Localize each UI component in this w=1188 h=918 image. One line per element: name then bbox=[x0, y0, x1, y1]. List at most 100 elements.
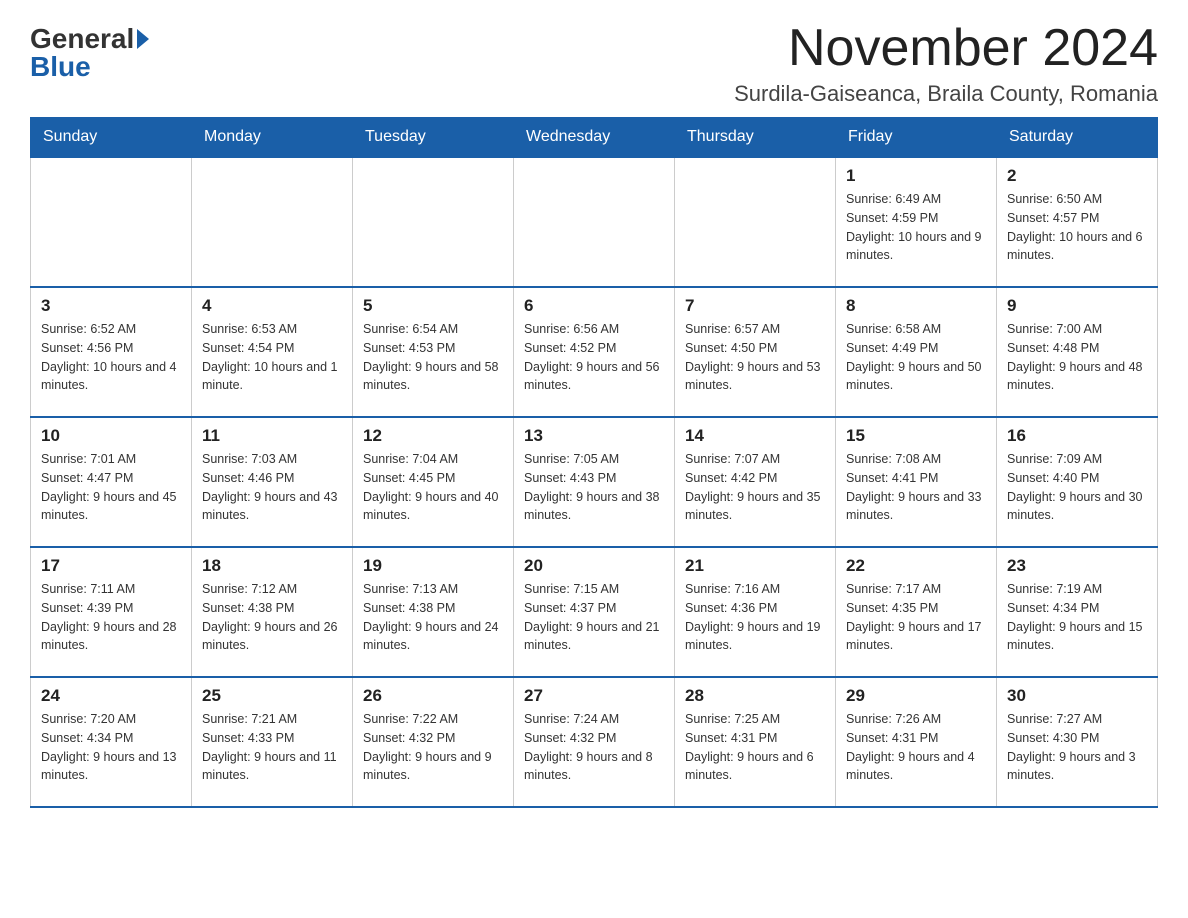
day-number: 11 bbox=[202, 426, 342, 446]
calendar-cell: 30 Sunrise: 7:27 AM Sunset: 4:30 PM Dayli… bbox=[997, 677, 1158, 807]
day-number: 19 bbox=[363, 556, 503, 576]
day-number: 5 bbox=[363, 296, 503, 316]
day-number: 3 bbox=[41, 296, 181, 316]
calendar-week-row: 24Sunrise: 7:20 AM Sunset: 4:34 PM Dayli… bbox=[31, 677, 1158, 807]
day-info: Sunrise: 7:19 AM Sunset: 4:34 PM Dayligh… bbox=[1007, 580, 1147, 655]
calendar-cell: 23Sunrise: 7:19 AM Sunset: 4:34 PM Dayli… bbox=[997, 547, 1158, 677]
calendar-cell: 8Sunrise: 6:58 AM Sunset: 4:49 PM Daylig… bbox=[836, 287, 997, 417]
day-info: Sunrise: 6:49 AM Sunset: 4:59 PM Dayligh… bbox=[846, 190, 986, 265]
calendar-cell: 13 Sunrise: 7:05 AM Sunset: 4:43 PM Dayli… bbox=[514, 417, 675, 547]
day-info: Sunrise: 6:58 AM Sunset: 4:49 PM Dayligh… bbox=[846, 320, 986, 395]
day-number: 28 bbox=[685, 686, 825, 706]
day-info: Sunrise: 7:22 AM Sunset: 4:32 PM Dayligh… bbox=[363, 710, 503, 785]
calendar-cell: 28 Sunrise: 7:25 AM Sunset: 4:31 PM Dayli… bbox=[675, 677, 836, 807]
day-info: Sunrise: 7:00 AM Sunset: 4:48 PM Dayligh… bbox=[1007, 320, 1147, 395]
column-header-tuesday: Tuesday bbox=[353, 118, 514, 158]
calendar-cell: 29 Sunrise: 7:26 AM Sunset: 4:31 PM Dayli… bbox=[836, 677, 997, 807]
title-area: November 2024 Surdila-Gaiseanca, Braila … bbox=[734, 20, 1158, 107]
calendar-cell bbox=[675, 157, 836, 287]
day-number: 10 bbox=[41, 426, 181, 446]
calendar-cell: 12 Sunrise: 7:04 AM Sunset: 4:45 PM Dayli… bbox=[353, 417, 514, 547]
calendar-table: SundayMondayTuesdayWednesdayThursdayFrid… bbox=[30, 117, 1158, 808]
day-info: Sunrise: 6:57 AM Sunset: 4:50 PM Dayligh… bbox=[685, 320, 825, 395]
calendar-cell: 1 Sunrise: 6:49 AM Sunset: 4:59 PM Daylig… bbox=[836, 157, 997, 287]
day-info: Sunrise: 7:15 AM Sunset: 4:37 PM Dayligh… bbox=[524, 580, 664, 655]
day-info: Sunrise: 7:04 AM Sunset: 4:45 PM Dayligh… bbox=[363, 450, 503, 525]
day-info: Sunrise: 7:26 AM Sunset: 4:31 PM Dayligh… bbox=[846, 710, 986, 785]
day-number: 29 bbox=[846, 686, 986, 706]
day-info: Sunrise: 6:56 AM Sunset: 4:52 PM Dayligh… bbox=[524, 320, 664, 395]
day-number: 15 bbox=[846, 426, 986, 446]
day-info: Sunrise: 7:03 AM Sunset: 4:46 PM Dayligh… bbox=[202, 450, 342, 525]
calendar-cell: 5 Sunrise: 6:54 AM Sunset: 4:53 PM Daylig… bbox=[353, 287, 514, 417]
day-info: Sunrise: 7:05 AM Sunset: 4:43 PM Dayligh… bbox=[524, 450, 664, 525]
day-number: 27 bbox=[524, 686, 664, 706]
calendar-cell: 18 Sunrise: 7:12 AM Sunset: 4:38 PM Dayli… bbox=[192, 547, 353, 677]
calendar-cell: 21 Sunrise: 7:16 AM Sunset: 4:36 PM Dayli… bbox=[675, 547, 836, 677]
location-title: Surdila-Gaiseanca, Braila County, Romani… bbox=[734, 81, 1158, 107]
calendar-cell: 6Sunrise: 6:56 AM Sunset: 4:52 PM Daylig… bbox=[514, 287, 675, 417]
day-number: 13 bbox=[524, 426, 664, 446]
day-number: 4 bbox=[202, 296, 342, 316]
day-info: Sunrise: 7:11 AM Sunset: 4:39 PM Dayligh… bbox=[41, 580, 181, 655]
calendar-header-row: SundayMondayTuesdayWednesdayThursdayFrid… bbox=[31, 118, 1158, 158]
calendar-cell: 20 Sunrise: 7:15 AM Sunset: 4:37 PM Dayli… bbox=[514, 547, 675, 677]
day-info: Sunrise: 7:27 AM Sunset: 4:30 PM Dayligh… bbox=[1007, 710, 1147, 785]
day-info: Sunrise: 7:17 AM Sunset: 4:35 PM Dayligh… bbox=[846, 580, 986, 655]
day-info: Sunrise: 7:16 AM Sunset: 4:36 PM Dayligh… bbox=[685, 580, 825, 655]
day-number: 1 bbox=[846, 166, 986, 186]
calendar-cell: 16Sunrise: 7:09 AM Sunset: 4:40 PM Dayli… bbox=[997, 417, 1158, 547]
calendar-cell: 14Sunrise: 7:07 AM Sunset: 4:42 PM Dayli… bbox=[675, 417, 836, 547]
calendar-cell bbox=[31, 157, 192, 287]
calendar-cell: 17Sunrise: 7:11 AM Sunset: 4:39 PM Dayli… bbox=[31, 547, 192, 677]
column-header-sunday: Sunday bbox=[31, 118, 192, 158]
calendar-cell: 7 Sunrise: 6:57 AM Sunset: 4:50 PM Daylig… bbox=[675, 287, 836, 417]
calendar-cell bbox=[514, 157, 675, 287]
calendar-cell: 11 Sunrise: 7:03 AM Sunset: 4:46 PM Dayli… bbox=[192, 417, 353, 547]
day-info: Sunrise: 7:21 AM Sunset: 4:33 PM Dayligh… bbox=[202, 710, 342, 785]
day-info: Sunrise: 7:24 AM Sunset: 4:32 PM Dayligh… bbox=[524, 710, 664, 785]
calendar-cell: 27 Sunrise: 7:24 AM Sunset: 4:32 PM Dayli… bbox=[514, 677, 675, 807]
day-info: Sunrise: 7:12 AM Sunset: 4:38 PM Dayligh… bbox=[202, 580, 342, 655]
column-header-saturday: Saturday bbox=[997, 118, 1158, 158]
day-number: 18 bbox=[202, 556, 342, 576]
day-info: Sunrise: 7:01 AM Sunset: 4:47 PM Dayligh… bbox=[41, 450, 181, 525]
month-title: November 2024 bbox=[734, 20, 1158, 77]
day-number: 12 bbox=[363, 426, 503, 446]
calendar-week-row: 3 Sunrise: 6:52 AM Sunset: 4:56 PM Daylig… bbox=[31, 287, 1158, 417]
day-info: Sunrise: 6:50 AM Sunset: 4:57 PM Dayligh… bbox=[1007, 190, 1147, 265]
logo-blue-text: Blue bbox=[30, 53, 91, 81]
day-info: Sunrise: 7:08 AM Sunset: 4:41 PM Dayligh… bbox=[846, 450, 986, 525]
calendar-week-row: 10 Sunrise: 7:01 AM Sunset: 4:47 PM Dayli… bbox=[31, 417, 1158, 547]
day-number: 22 bbox=[846, 556, 986, 576]
day-info: Sunrise: 6:52 AM Sunset: 4:56 PM Dayligh… bbox=[41, 320, 181, 395]
day-info: Sunrise: 7:25 AM Sunset: 4:31 PM Dayligh… bbox=[685, 710, 825, 785]
day-number: 20 bbox=[524, 556, 664, 576]
column-header-friday: Friday bbox=[836, 118, 997, 158]
calendar-cell: 3 Sunrise: 6:52 AM Sunset: 4:56 PM Daylig… bbox=[31, 287, 192, 417]
calendar-cell: 25 Sunrise: 7:21 AM Sunset: 4:33 PM Dayli… bbox=[192, 677, 353, 807]
day-number: 30 bbox=[1007, 686, 1147, 706]
day-number: 21 bbox=[685, 556, 825, 576]
calendar-cell: 15 Sunrise: 7:08 AM Sunset: 4:41 PM Dayli… bbox=[836, 417, 997, 547]
day-number: 2 bbox=[1007, 166, 1147, 186]
calendar-cell: 24Sunrise: 7:20 AM Sunset: 4:34 PM Dayli… bbox=[31, 677, 192, 807]
day-number: 25 bbox=[202, 686, 342, 706]
header: General Blue November 2024 Surdila-Gaise… bbox=[30, 20, 1158, 107]
calendar-cell bbox=[353, 157, 514, 287]
logo: General Blue bbox=[30, 20, 149, 81]
day-info: Sunrise: 7:13 AM Sunset: 4:38 PM Dayligh… bbox=[363, 580, 503, 655]
calendar-cell: 19 Sunrise: 7:13 AM Sunset: 4:38 PM Dayli… bbox=[353, 547, 514, 677]
day-number: 9 bbox=[1007, 296, 1147, 316]
logo-arrow-icon bbox=[137, 29, 149, 49]
day-info: Sunrise: 7:20 AM Sunset: 4:34 PM Dayligh… bbox=[41, 710, 181, 785]
column-header-monday: Monday bbox=[192, 118, 353, 158]
column-header-thursday: Thursday bbox=[675, 118, 836, 158]
calendar-week-row: 17Sunrise: 7:11 AM Sunset: 4:39 PM Dayli… bbox=[31, 547, 1158, 677]
calendar-week-row: 1 Sunrise: 6:49 AM Sunset: 4:59 PM Daylig… bbox=[31, 157, 1158, 287]
day-number: 14 bbox=[685, 426, 825, 446]
day-info: Sunrise: 6:54 AM Sunset: 4:53 PM Dayligh… bbox=[363, 320, 503, 395]
day-number: 16 bbox=[1007, 426, 1147, 446]
day-info: Sunrise: 6:53 AM Sunset: 4:54 PM Dayligh… bbox=[202, 320, 342, 395]
day-number: 7 bbox=[685, 296, 825, 316]
